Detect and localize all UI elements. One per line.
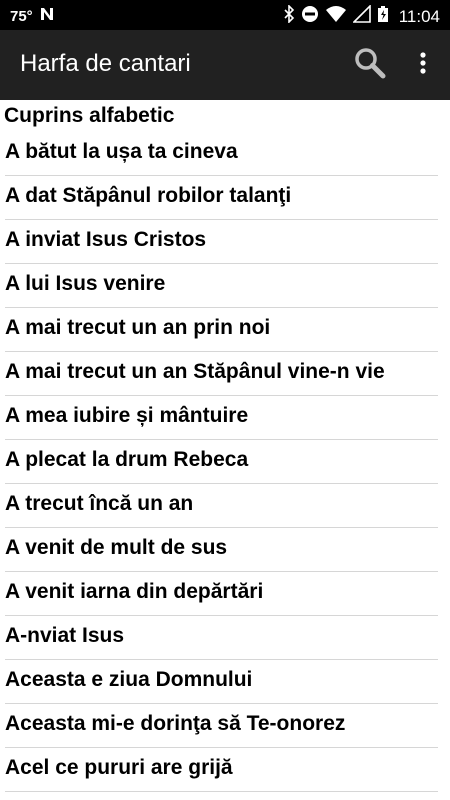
- app-bar: Harfa de cantari: [0, 30, 450, 100]
- song-list: A bătut la ușa ta cineva A dat Stăpânul r…: [0, 132, 450, 792]
- clock-text: 11:04: [398, 6, 440, 26]
- status-bar: 75° 11:04: [0, 0, 450, 30]
- temperature-text: 75°: [10, 7, 33, 25]
- list-item[interactable]: A trecut încă un an: [0, 484, 450, 528]
- list-item[interactable]: A mai trecut un an Stăpânul vine-n vie: [0, 352, 450, 396]
- signal-icon: [351, 4, 371, 28]
- list-item[interactable]: Aceasta mi-e dorinţa să Te-onorez: [0, 704, 450, 748]
- song-title: A bătut la ușa ta cineva: [5, 140, 238, 163]
- section-header: Cuprins alfabetic: [4, 104, 175, 127]
- battery-icon: [377, 5, 389, 28]
- song-title: A venit iarna din depărtări: [5, 580, 264, 603]
- do-not-disturb-icon: [301, 5, 319, 28]
- song-title: Aceasta e ziua Domnului: [5, 668, 253, 691]
- bluetooth-icon: [283, 4, 295, 28]
- search-button[interactable]: [350, 47, 390, 83]
- search-icon: [354, 47, 386, 84]
- n-icon: [39, 6, 55, 26]
- overflow-menu-button[interactable]: [406, 47, 440, 83]
- status-right: 11:04: [283, 4, 440, 28]
- list-item[interactable]: A mai trecut un an prin noi: [0, 308, 450, 352]
- song-title: A mai trecut un an prin noi: [5, 316, 271, 339]
- song-title: A plecat la drum Rebeca: [5, 448, 249, 471]
- list-item[interactable]: A venit iarna din depărtări: [0, 572, 450, 616]
- song-title: Acel ce pururi are grijă: [5, 756, 233, 779]
- list-item[interactable]: A plecat la drum Rebeca: [0, 440, 450, 484]
- list-item[interactable]: A inviat Isus Cristos: [0, 220, 450, 264]
- song-title: A mai trecut un an Stăpânul vine-n vie: [5, 360, 385, 383]
- list-item[interactable]: A dat Stăpânul robilor talanţi: [0, 176, 450, 220]
- list-item[interactable]: A bătut la ușa ta cineva: [0, 132, 450, 176]
- song-title: A inviat Isus Cristos: [5, 228, 207, 251]
- song-title: A mea iubire și mântuire: [5, 404, 249, 427]
- song-title: A lui Isus venire: [5, 272, 166, 295]
- status-left: 75°: [10, 6, 55, 26]
- song-title: A-nviat Isus: [5, 624, 125, 647]
- song-title: Aceasta mi-e dorinţa să Te-onorez: [5, 712, 346, 735]
- wifi-icon: [325, 5, 347, 28]
- list-item[interactable]: Acel ce pururi are grijă: [0, 748, 450, 792]
- more-vert-icon: [419, 51, 427, 80]
- list-item[interactable]: A venit de mult de sus: [0, 528, 450, 572]
- song-title: A trecut încă un an: [5, 492, 194, 515]
- divider: [5, 791, 438, 792]
- list-item[interactable]: A-nviat Isus: [0, 616, 450, 660]
- list-item[interactable]: A mea iubire și mântuire: [0, 396, 450, 440]
- list-item[interactable]: Aceasta e ziua Domnului: [0, 660, 450, 704]
- song-title: A dat Stăpânul robilor talanţi: [5, 184, 292, 207]
- list-item[interactable]: A lui Isus venire: [0, 264, 450, 308]
- song-title: A venit de mult de sus: [5, 536, 228, 559]
- app-title: Harfa de cantari: [20, 50, 191, 77]
